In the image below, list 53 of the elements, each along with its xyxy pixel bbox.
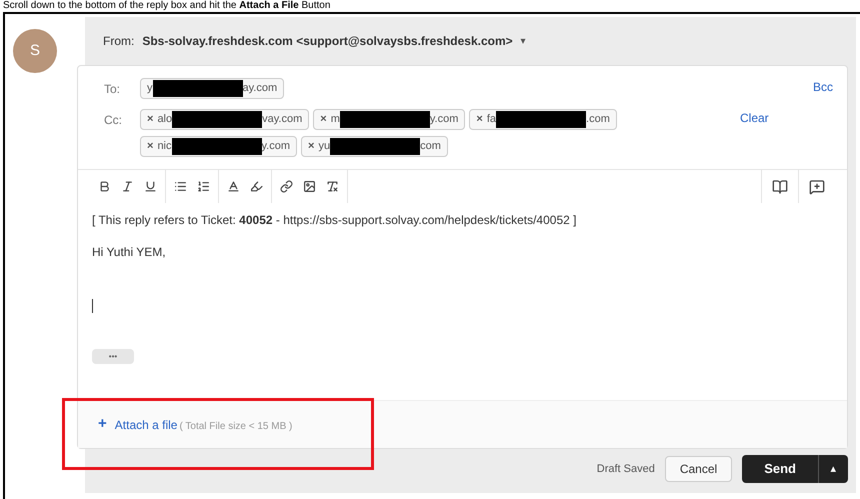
email-prefix: y xyxy=(147,81,152,96)
email-prefix: fa xyxy=(486,112,496,128)
email-prefix: yu xyxy=(318,139,330,154)
email-suffix: y.com xyxy=(430,112,458,128)
book-icon[interactable] xyxy=(772,178,788,194)
clear-link[interactable]: Clear xyxy=(740,109,769,157)
cancel-button[interactable]: Cancel xyxy=(664,456,732,482)
plus-icon[interactable]: + xyxy=(98,413,107,436)
email-prefix: nic xyxy=(157,139,172,154)
email-chip[interactable]: y ay.com xyxy=(140,78,284,99)
text-cursor xyxy=(92,299,93,313)
email-chip[interactable]: × m y.com xyxy=(313,109,466,130)
avatar: S xyxy=(13,29,57,73)
italic-icon[interactable] xyxy=(121,180,134,193)
file-size-note: ( Total File size < 15 MB ) xyxy=(179,420,292,434)
to-label: To: xyxy=(104,81,122,98)
background-color-icon[interactable] xyxy=(250,180,263,193)
remove-icon[interactable]: × xyxy=(147,114,154,125)
greeting-text: Hi Yuthi YEM, xyxy=(92,244,167,261)
email-chip[interactable]: × yu com xyxy=(301,136,448,157)
email-chip[interactable]: × fa .com xyxy=(469,109,617,130)
image-icon[interactable] xyxy=(303,180,316,193)
email-prefix: m xyxy=(330,112,340,128)
link-icon[interactable] xyxy=(280,180,293,193)
remove-icon[interactable]: × xyxy=(320,114,327,125)
remove-icon[interactable]: × xyxy=(476,114,483,125)
email-suffix: vay.com xyxy=(262,112,302,128)
caret-icon[interactable]: ▾ xyxy=(520,34,526,48)
send-button[interactable]: Send xyxy=(742,455,818,483)
from-label: From: xyxy=(103,33,134,50)
email-suffix: ay.com xyxy=(242,81,278,96)
draft-status: Draft Saved xyxy=(596,462,655,477)
bold-icon[interactable] xyxy=(98,180,111,193)
bullets-icon[interactable] xyxy=(174,180,187,193)
instruction-caption: Scroll down to the bottom of the reply box and hit the Attach a File Button xyxy=(2,0,332,11)
email-prefix: alo xyxy=(157,112,172,128)
remove-icon[interactable]: × xyxy=(147,141,154,152)
email-chip[interactable]: × alo vay.com xyxy=(140,109,310,130)
underline-icon[interactable] xyxy=(144,180,157,193)
attach-file-link[interactable]: Attach a file xyxy=(114,416,178,434)
cc-label: Cc: xyxy=(104,112,123,129)
from-address[interactable]: Sbs-solvay.freshdesk.com <support@solvaysbs.freshdesk.com> xyxy=(142,32,513,50)
font-color-icon[interactable] xyxy=(227,180,240,193)
bcc-link[interactable]: Bcc xyxy=(812,78,833,99)
numbers-icon[interactable] xyxy=(197,180,210,193)
remove-icon[interactable]: × xyxy=(308,141,314,152)
email-suffix: .com xyxy=(586,112,610,128)
comment-icon[interactable] xyxy=(809,178,825,194)
more-button[interactable]: ••• xyxy=(92,349,134,364)
ticket-reference: [ This reply refers to Ticket: 40052 - https://sbs-support.solvay.com/helpdesk/tickets/40052 ] xyxy=(92,212,578,229)
send-options-button[interactable]: ▴ xyxy=(818,455,848,483)
clear-format-icon[interactable] xyxy=(326,180,339,193)
email-suffix: com xyxy=(420,139,441,154)
